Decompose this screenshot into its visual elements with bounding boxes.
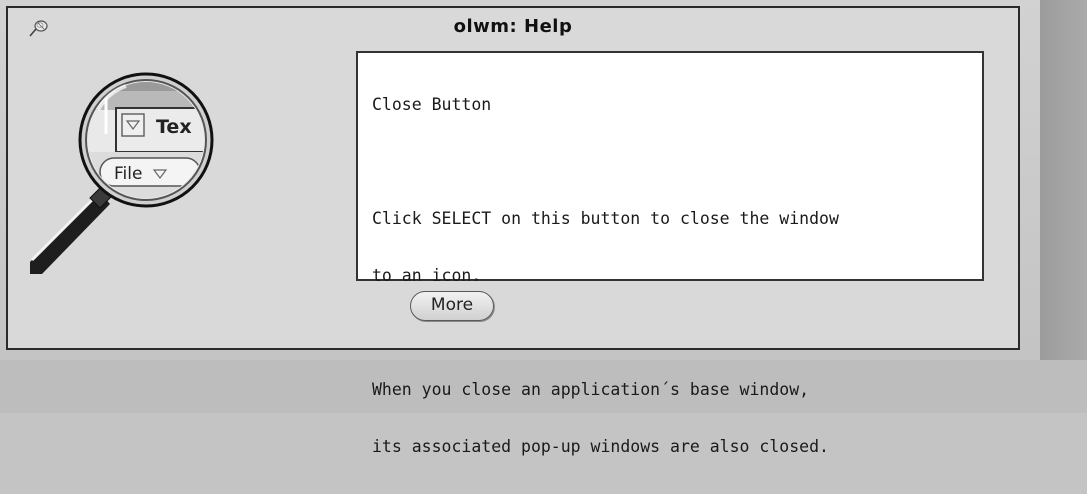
help-window: olwm: Help Tex File Close Button Click S… xyxy=(6,6,1020,456)
help-text-pane[interactable]: Close Button Click SELECT on this button… xyxy=(356,51,984,456)
page-edge-shadow xyxy=(1040,0,1087,413)
magnifier-illustration: Tex File xyxy=(30,72,214,274)
help-heading: Close Button xyxy=(372,95,492,114)
help-line: Click SELECT on this button to close the… xyxy=(372,209,839,228)
title-bar[interactable]: olwm: Help xyxy=(8,8,1018,48)
help-line: its associated pop-up windows are also c… xyxy=(372,437,829,456)
window-title: olwm: Help xyxy=(453,16,573,37)
help-line: to an icon. xyxy=(372,266,482,285)
magnified-control-label: Tex xyxy=(156,116,192,138)
more-button[interactable]: More xyxy=(410,291,494,321)
magnified-menu-label: File xyxy=(114,164,142,184)
help-spacer xyxy=(372,323,968,342)
help-line: When you close an application´s base win… xyxy=(372,380,810,399)
help-spacer xyxy=(372,152,968,171)
